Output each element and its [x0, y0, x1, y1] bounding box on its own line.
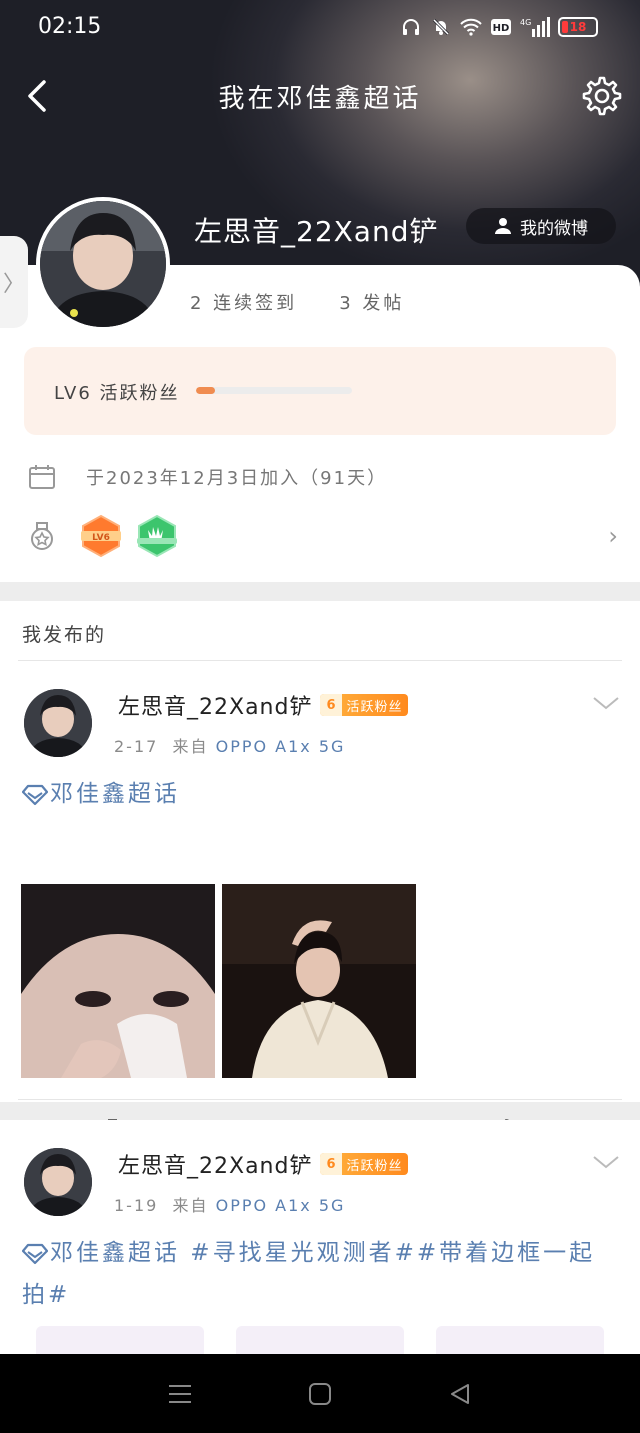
level-box[interactable]: LV6 活跃粉丝 [24, 347, 616, 435]
post-text[interactable]: 邓佳鑫超话 [22, 773, 180, 815]
post-topic-link[interactable]: 邓佳鑫超话 [50, 781, 180, 807]
post-meta: 1-19 来自 OPPO A1x 5G [114, 1192, 345, 1216]
post-card[interactable]: 左思音_22Xand铲 6 活跃粉丝 1-19 来自 OPPO A1x 5G 邓… [0, 1120, 640, 1354]
nav-back-button[interactable] [440, 1374, 480, 1414]
checkin-streak[interactable]: 2 连续签到 [190, 289, 297, 315]
post-menu-button[interactable] [592, 689, 620, 717]
avatar-image [24, 1148, 92, 1216]
headphones-icon [400, 16, 422, 38]
diamond-icon [22, 784, 48, 805]
my-posts-title: 我发布的 [22, 624, 107, 646]
fan-level-text: 活跃粉丝 [346, 1158, 403, 1174]
post-author-name: 左思音_22Xand铲 [118, 1154, 313, 1179]
level-progress-fill [196, 387, 215, 394]
svg-text:HD: HD [493, 23, 510, 34]
menu-icon [169, 1384, 191, 1403]
medal-icon [31, 522, 53, 550]
avatar-image [40, 201, 166, 327]
post-photo[interactable] [36, 1326, 204, 1354]
page-title: 我在邓佳鑫超话 [218, 84, 422, 114]
svg-text:LV6: LV6 [92, 533, 110, 543]
home-square-icon [309, 1382, 331, 1405]
post-date: 2-17 [114, 737, 159, 756]
diamond-icon [22, 1243, 48, 1264]
post-date: 1-19 [114, 1196, 159, 1215]
post-menu-button[interactable] [592, 1148, 620, 1176]
my-weibo-button[interactable]: 我的微博 [466, 208, 616, 244]
post-author-name: 左思音_22Xand铲 [118, 695, 313, 720]
post-text-line[interactable]: 拍# [22, 1274, 622, 1316]
svg-text:4G: 4G [520, 18, 531, 27]
system-nav-bar [0, 1354, 640, 1433]
battery-indicator: 18 [558, 17, 598, 37]
profile-username: 左思音_22Xand铲 [194, 215, 439, 248]
gear-icon [582, 76, 622, 116]
post-device: OPPO A1x 5G [215, 1196, 346, 1215]
join-date-row: 于2023年12月3日加入（91天） [28, 463, 387, 491]
post-author[interactable]: 左思音_22Xand铲 6 活跃粉丝 [118, 1148, 409, 1180]
post-device: OPPO A1x 5G [215, 737, 346, 756]
medal-list: LV6 [80, 514, 178, 558]
post-author-avatar[interactable] [24, 689, 92, 757]
avatar-image [24, 689, 92, 757]
lv6-medal-icon: LV6 [81, 514, 121, 558]
hd-icon: HD [490, 16, 512, 38]
post-source-prefix: 来自 [172, 737, 209, 756]
my-weibo-label: 我的微博 [520, 218, 588, 239]
back-triangle-icon [451, 1383, 469, 1404]
fan-medal-icon [137, 514, 177, 558]
post-photo[interactable] [21, 884, 215, 1078]
my-posts-header: 我发布的 [0, 601, 640, 661]
post-count[interactable]: 3 发帖 [339, 289, 404, 315]
post-photo[interactable] [236, 1326, 404, 1354]
home-button[interactable] [300, 1374, 340, 1414]
chevron-right-icon: 〉 [2, 272, 25, 297]
post-card[interactable]: 左思音_22Xand铲 6 活跃粉丝 2-17 来自 OPPO A1x 5G 邓… [0, 661, 640, 1143]
post-photo[interactable] [436, 1326, 604, 1354]
fan-level-badge: 6 活跃粉丝 [320, 1153, 409, 1175]
chevron-down-icon [593, 697, 619, 710]
mute-bell-icon [430, 16, 452, 38]
join-date-text: 于2023年12月3日加入（91天） [86, 468, 388, 489]
side-drawer-handle[interactable]: 〉 [0, 236, 28, 328]
profile-avatar[interactable] [36, 197, 170, 331]
recent-apps-button[interactable] [160, 1374, 200, 1414]
photo-image [222, 884, 416, 1078]
battery-level: 18 [569, 20, 587, 34]
profile-stats: 2 连续签到 3 发帖 [190, 289, 404, 315]
medal-row[interactable]: LV6 › [28, 513, 618, 559]
calendar-icon [29, 465, 55, 489]
signal-icon: 4G [520, 16, 550, 38]
user-icon [495, 218, 511, 234]
post-photo[interactable] [222, 884, 416, 1078]
level-label: LV6 活跃粉丝 [54, 383, 180, 404]
post-author[interactable]: 左思音_22Xand铲 6 活跃粉丝 [118, 689, 409, 721]
fan-level-number: 6 [320, 1153, 343, 1175]
wifi-icon [460, 16, 482, 38]
chevron-right-icon[interactable]: › [608, 522, 618, 550]
post-source-prefix: 来自 [172, 1196, 209, 1215]
battery-fill [562, 21, 568, 33]
fan-level-number: 6 [320, 694, 343, 716]
chevron-down-icon [593, 1156, 619, 1169]
post-text-line: 邓佳鑫超话 #寻找星光观测者##带着边框一起 [22, 1232, 622, 1274]
post-topic-link[interactable]: 邓佳鑫超话 #寻找星光观测者##带着边框一起 [50, 1240, 595, 1266]
level-progress-bar [196, 387, 352, 394]
post-meta: 2-17 来自 OPPO A1x 5G [114, 733, 345, 757]
fan-level-badge: 6 活跃粉丝 [320, 694, 409, 716]
post-author-avatar[interactable] [24, 1148, 92, 1216]
status-bar: 02:15 HD 4G 18 [0, 0, 640, 58]
status-icons: HD 4G 18 [400, 16, 598, 38]
post-text[interactable]: 邓佳鑫超话 #寻找星光观测者##带着边框一起 拍# [22, 1232, 622, 1316]
settings-button[interactable] [578, 74, 622, 118]
status-time: 02:15 [38, 14, 102, 39]
photo-image [21, 884, 215, 1078]
fan-level-text: 活跃粉丝 [346, 699, 403, 715]
